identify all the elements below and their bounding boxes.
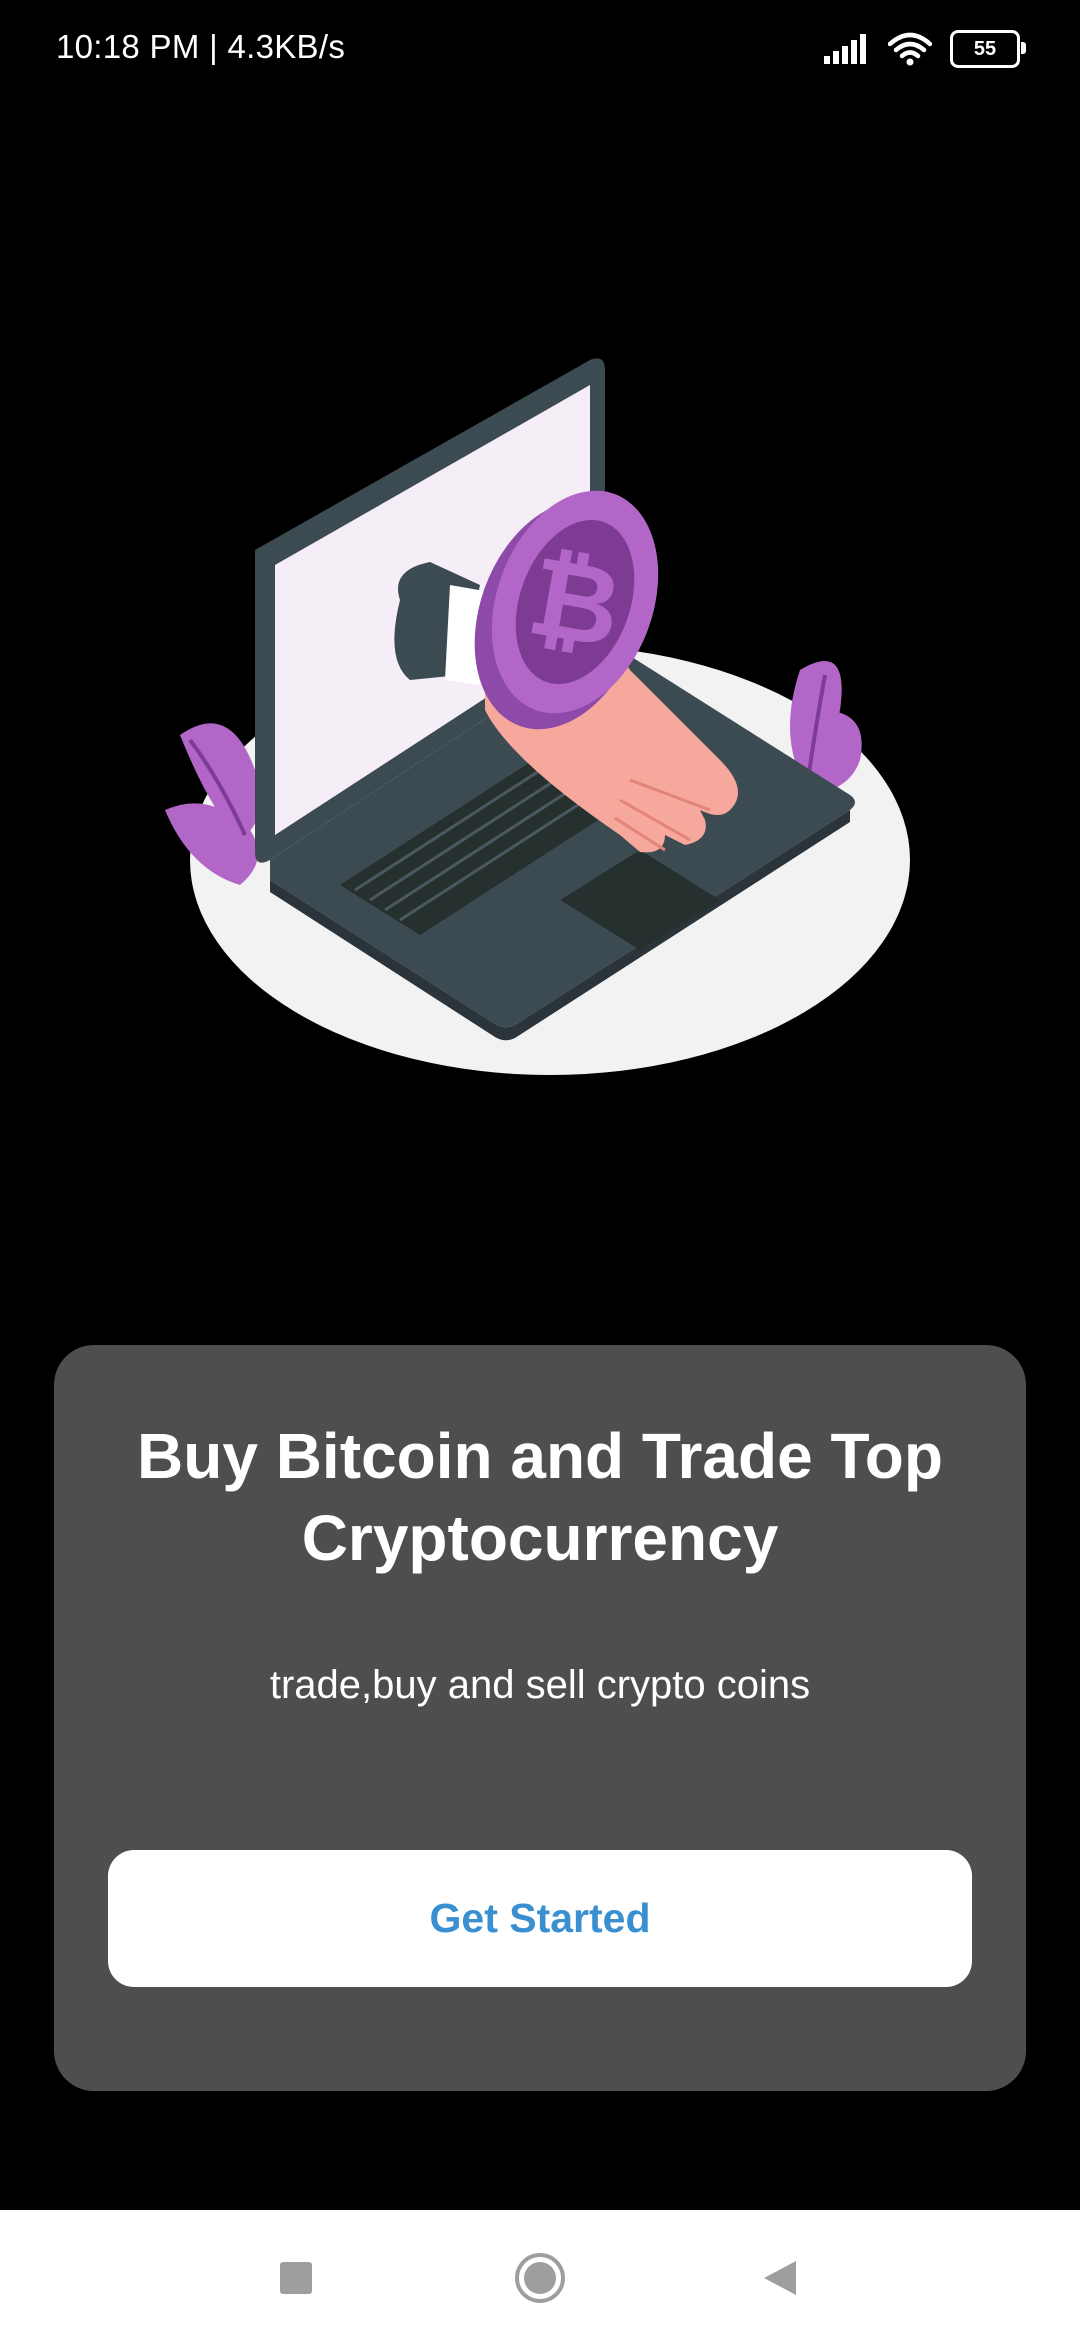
battery-level: 55 bbox=[973, 37, 997, 60]
home-icon bbox=[515, 2253, 565, 2303]
recents-button[interactable] bbox=[266, 2248, 326, 2308]
status-icons: 55 bbox=[824, 30, 1026, 68]
status-bar: 10:18 PM | 4.3KB/s 55 bbox=[0, 0, 1080, 96]
back-button[interactable] bbox=[750, 2248, 810, 2308]
wifi-icon bbox=[888, 32, 932, 66]
navigation-bar bbox=[0, 2210, 1080, 2340]
battery-icon: 55 bbox=[950, 30, 1026, 68]
status-time-speed: 10:18 PM | 4.3KB/s bbox=[56, 28, 346, 65]
card-title: Buy Bitcoin and Trade Top Cryptocurrency bbox=[137, 1420, 943, 1574]
card-subtitle: trade,buy and sell crypto coins bbox=[269, 1663, 811, 1707]
recents-icon bbox=[280, 2262, 312, 2294]
laptop-bitcoin-illustration: ₿ bbox=[165, 358, 910, 1075]
signal-icon bbox=[824, 34, 866, 64]
get-started-label: Get Started bbox=[429, 1895, 651, 1941]
back-icon bbox=[764, 2261, 796, 2295]
home-button[interactable] bbox=[510, 2248, 570, 2308]
get-started-button[interactable]: Get Started bbox=[108, 1850, 972, 1987]
onboarding-card: Buy Bitcoin and Trade Top Cryptocurrency… bbox=[54, 1345, 1026, 2091]
